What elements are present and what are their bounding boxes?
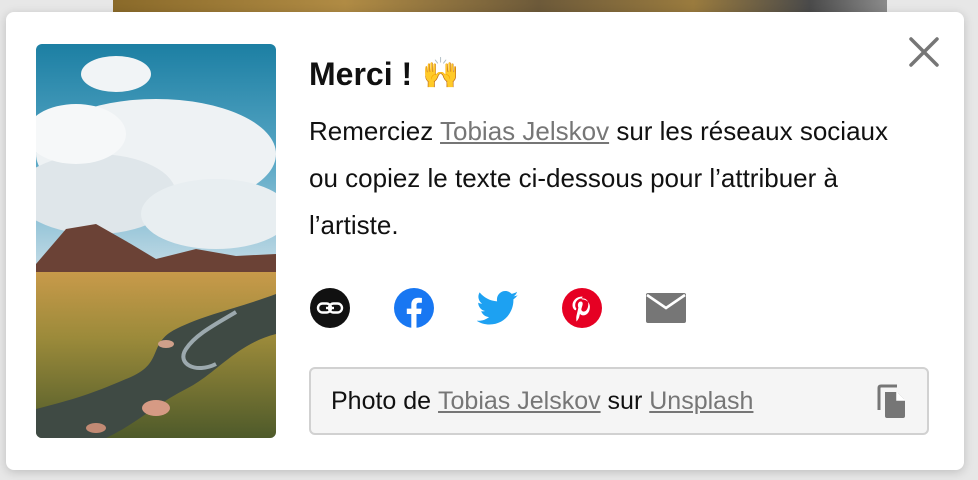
link-icon (310, 288, 350, 328)
share-pinterest-button[interactable] (561, 287, 603, 329)
description-before-link: Remerciez (309, 116, 441, 146)
share-icons-row (309, 287, 687, 329)
title-text: Merci ! (309, 55, 413, 92)
photo-thumbnail (36, 44, 276, 438)
attribution-unsplash-link[interactable]: Unsplash (649, 387, 753, 416)
copy-attribution-button[interactable] (875, 384, 909, 420)
attribution-middle: sur (600, 386, 650, 415)
copy-icon (877, 384, 905, 418)
attribution-dialog: Merci ! 🙌 Remerciez Tobias Jelskov sur l… (6, 12, 964, 470)
pinterest-icon (562, 288, 602, 328)
share-email-button[interactable] (645, 287, 687, 329)
twitter-icon (477, 291, 519, 325)
email-icon (646, 293, 686, 323)
copy-link-button[interactable] (309, 287, 351, 329)
attribution-prefix: Photo de (331, 386, 439, 415)
attribution-photographer-link[interactable]: Tobias Jelskov (438, 387, 601, 416)
photographer-link[interactable]: Tobias Jelskov (440, 116, 609, 146)
facebook-icon (394, 288, 434, 328)
attribution-text-box[interactable]: Photo de Tobias Jelskov sur Unsplash (309, 367, 929, 435)
raising-hands-emoji-icon: 🙌 (422, 57, 460, 90)
share-facebook-button[interactable] (393, 287, 435, 329)
share-twitter-button[interactable] (477, 287, 519, 329)
dialog-title: Merci ! 🙌 (309, 52, 939, 96)
dialog-description: Remerciez Tobias Jelskov sur les réseaux… (309, 108, 909, 249)
